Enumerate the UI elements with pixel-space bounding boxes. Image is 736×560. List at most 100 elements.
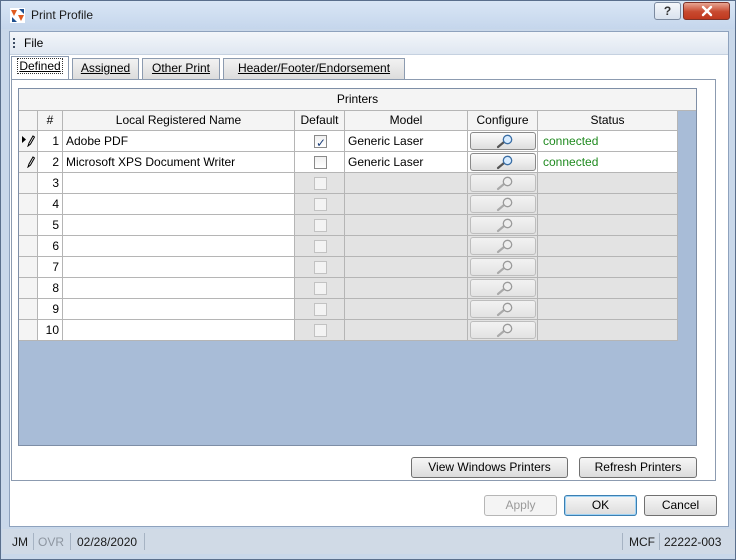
row-selector[interactable] xyxy=(19,278,38,299)
view-windows-printers-button[interactable]: View Windows Printers xyxy=(411,457,568,478)
tab-defined-label: Defined xyxy=(17,58,63,74)
table-row[interactable]: 2 Microsoft XPS Document Writer Generic … xyxy=(19,152,678,173)
close-button[interactable] xyxy=(683,2,730,20)
configure-button[interactable] xyxy=(470,258,536,276)
table-row[interactable]: 3 xyxy=(19,173,678,194)
configure-cell xyxy=(468,299,538,320)
column-header-name[interactable]: Local Registered Name xyxy=(63,111,295,131)
configure-button[interactable] xyxy=(470,279,536,297)
model-cell[interactable] xyxy=(345,173,468,194)
apply-button[interactable]: Apply xyxy=(484,495,557,516)
status-cell xyxy=(538,299,678,320)
default-checkbox[interactable] xyxy=(314,156,327,169)
printer-name-cell[interactable] xyxy=(63,173,295,194)
default-checkbox[interactable] xyxy=(314,261,327,274)
table-row[interactable]: 4 xyxy=(19,194,678,215)
table-row[interactable]: 8 xyxy=(19,278,678,299)
table-row[interactable]: 6 xyxy=(19,236,678,257)
table-row[interactable]: 10 xyxy=(19,320,678,341)
row-selector[interactable] xyxy=(19,236,38,257)
printer-name-cell[interactable] xyxy=(63,215,295,236)
configure-button[interactable] xyxy=(470,132,536,150)
printer-name-cell[interactable]: Adobe PDF xyxy=(63,131,295,152)
column-header-model[interactable]: Model xyxy=(345,111,468,131)
row-selector[interactable] xyxy=(19,131,38,152)
tab-header-footer-endorsement[interactable]: Header/Footer/Endorsement xyxy=(223,58,405,79)
row-selector[interactable] xyxy=(19,215,38,236)
tab-defined[interactable]: Defined xyxy=(11,56,69,80)
title-bar[interactable]: Print Profile ? xyxy=(1,1,735,29)
default-checkbox[interactable] xyxy=(314,282,327,295)
status-code: 22222-003 xyxy=(664,535,722,549)
model-cell[interactable] xyxy=(345,278,468,299)
row-selector[interactable] xyxy=(19,194,38,215)
configure-button[interactable] xyxy=(470,300,536,318)
pencil-icon xyxy=(27,156,35,168)
printer-name-cell[interactable] xyxy=(63,257,295,278)
status-bar: JM OVR 02/28/2020 MCF 22222-003 xyxy=(2,529,735,554)
default-cell xyxy=(295,194,345,215)
printer-name-cell[interactable]: Microsoft XPS Document Writer xyxy=(63,152,295,173)
refresh-printers-button[interactable]: Refresh Printers xyxy=(579,457,697,478)
row-number: 1 xyxy=(38,131,63,152)
default-checkbox[interactable] xyxy=(314,198,327,211)
column-header-status[interactable]: Status xyxy=(538,111,678,131)
printer-name-cell[interactable] xyxy=(63,194,295,215)
table-row[interactable]: 7 xyxy=(19,257,678,278)
status-user: JM xyxy=(12,535,28,549)
menu-file[interactable]: File xyxy=(24,36,43,50)
status-separator xyxy=(70,533,71,550)
default-checkbox[interactable] xyxy=(314,240,327,253)
model-cell[interactable] xyxy=(345,236,468,257)
magnifier-icon xyxy=(496,218,513,233)
row-selector[interactable] xyxy=(19,320,38,341)
column-header-configure[interactable]: Configure xyxy=(468,111,538,131)
model-cell[interactable] xyxy=(345,320,468,341)
column-header-default[interactable]: Default xyxy=(295,111,345,131)
model-cell[interactable] xyxy=(345,194,468,215)
printer-name-cell[interactable] xyxy=(63,236,295,257)
default-checkbox[interactable] xyxy=(314,324,327,337)
configure-cell xyxy=(468,215,538,236)
configure-button[interactable] xyxy=(470,237,536,255)
model-cell[interactable]: Generic Laser xyxy=(345,152,468,173)
menu-grip[interactable] xyxy=(13,38,15,48)
configure-button[interactable] xyxy=(470,153,536,171)
cancel-button[interactable]: Cancel xyxy=(644,495,717,516)
row-selector[interactable] xyxy=(19,152,38,173)
default-checkbox[interactable] xyxy=(314,133,327,151)
printer-name-cell[interactable] xyxy=(63,320,295,341)
tab-other-print[interactable]: Other Print xyxy=(142,58,220,79)
tab-assigned[interactable]: Assigned xyxy=(72,58,139,79)
model-cell[interactable] xyxy=(345,299,468,320)
table-row[interactable]: 9 xyxy=(19,299,678,320)
table-row[interactable]: 1 Adobe PDF Generic Laser connected xyxy=(19,131,678,152)
configure-button[interactable] xyxy=(470,321,536,339)
row-selector[interactable] xyxy=(19,299,38,320)
configure-button[interactable] xyxy=(470,174,536,192)
help-button[interactable]: ? xyxy=(654,2,681,20)
printer-name-cell[interactable] xyxy=(63,278,295,299)
default-checkbox[interactable] xyxy=(314,303,327,316)
configure-button[interactable] xyxy=(470,216,536,234)
ok-button[interactable]: OK xyxy=(564,495,637,516)
printer-name-cell[interactable] xyxy=(63,299,295,320)
table-row[interactable]: 5 xyxy=(19,215,678,236)
status-cell xyxy=(538,215,678,236)
row-number: 7 xyxy=(38,257,63,278)
app-icon xyxy=(10,8,25,23)
default-checkbox[interactable] xyxy=(314,177,327,190)
magnifier-icon xyxy=(496,281,513,296)
row-selector[interactable] xyxy=(19,257,38,278)
column-header-number[interactable]: # xyxy=(38,111,63,131)
default-checkbox[interactable] xyxy=(314,219,327,232)
row-number: 10 xyxy=(38,320,63,341)
window-title: Print Profile xyxy=(31,8,94,22)
model-cell[interactable] xyxy=(345,257,468,278)
print-profile-window: Print Profile ? File Defined Assigned Ot… xyxy=(0,0,736,560)
row-selector[interactable] xyxy=(19,173,38,194)
model-cell[interactable] xyxy=(345,215,468,236)
model-cell[interactable]: Generic Laser xyxy=(345,131,468,152)
configure-button[interactable] xyxy=(470,195,536,213)
magnifier-icon xyxy=(496,260,513,275)
